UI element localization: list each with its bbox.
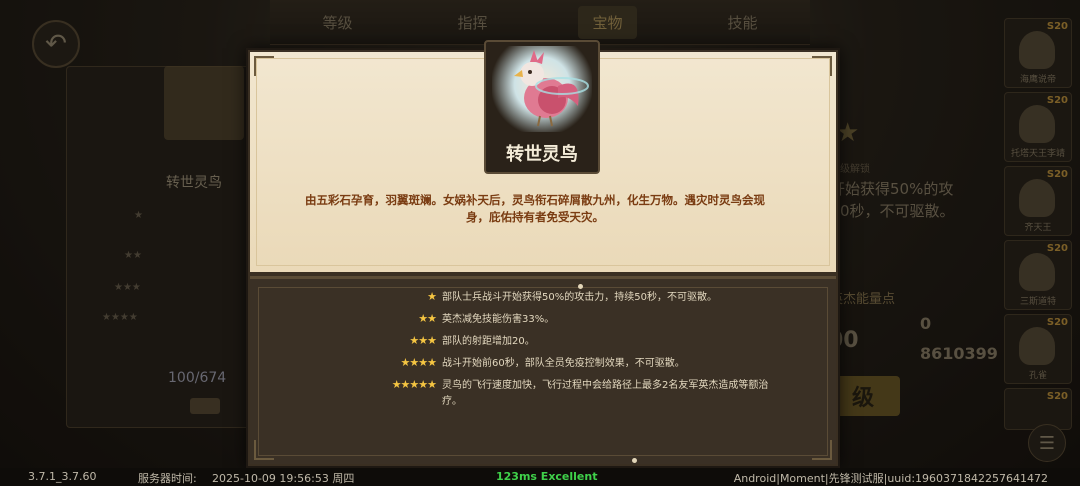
treasure-portrait: 转世灵鸟 bbox=[484, 40, 600, 174]
page-indicator-dot bbox=[632, 458, 637, 463]
rank-effect-text: 部队士兵战斗开始获得50%的攻击力，持续50秒，不可驱散。 bbox=[442, 292, 717, 303]
rank-stars: ★ bbox=[427, 290, 437, 303]
rank-effect-text: 部队的射距增加20。 bbox=[442, 336, 535, 347]
rank-stars: ★★★★★ bbox=[391, 378, 437, 391]
rank-effect-row: ★★ 英杰减免技能伤害33%。 bbox=[360, 312, 780, 330]
corner-ornament bbox=[254, 56, 274, 76]
rank-effect-row: ★★★ 部队的射距增加20。 bbox=[360, 334, 780, 352]
corner-ornament bbox=[254, 440, 274, 460]
rank-stars: ★★★ bbox=[409, 334, 437, 347]
bird-icon bbox=[514, 50, 589, 127]
rank-effect-text: 战斗开始前60秒，部队全员免疫控制效果，不可驱散。 bbox=[442, 358, 685, 369]
corner-ornament bbox=[812, 440, 832, 460]
ping-status: 123ms Excellent bbox=[496, 470, 598, 483]
rank-effect-row: ★★★★ 战斗开始前60秒，部队全员免疫控制效果，不可驱散。 bbox=[360, 356, 780, 374]
server-time: 2025-10-09 19:56:53 周四 bbox=[212, 472, 355, 485]
rank-stars: ★★★★ bbox=[400, 356, 437, 369]
server-time-label: 服务器时间: bbox=[138, 472, 197, 485]
divider-dot bbox=[578, 284, 583, 289]
corner-ornament bbox=[812, 56, 832, 76]
treasure-title: 转世灵鸟 bbox=[506, 144, 578, 165]
bird-portrait-art bbox=[492, 46, 592, 132]
rank-stars: ★★ bbox=[418, 312, 437, 325]
rank-effect-row: ★ 部队士兵战斗开始获得50%的攻击力，持续50秒，不可驱散。 bbox=[360, 290, 780, 308]
rank-effect-text: 灵鸟的飞行速度加快，飞行过程中会给路径上最多2名友军英杰造成等额治疗。 bbox=[442, 380, 769, 407]
device-info: Android|Moment|先锋测试服|uuid:19603718422576… bbox=[733, 472, 1048, 485]
version-text: 3.7.1_3.7.60 bbox=[28, 470, 97, 483]
treasure-description: 由五彩石孕育，羽翼斑斓。女娲补天后，灵鸟衔石碎屑散九州，化生万物。遇灾时灵鸟会现… bbox=[305, 193, 765, 224]
rank-effect-text: 英杰减免技能伤害33%。 bbox=[442, 314, 555, 325]
debug-status-bar: 3.7.1_3.7.60 服务器时间: 2025-10-09 19:56:53 … bbox=[0, 468, 1080, 486]
rank-effect-row: ★★★★★ 灵鸟的飞行速度加快，飞行过程中会给路径上最多2名友军英杰造成等额治疗… bbox=[360, 378, 780, 412]
